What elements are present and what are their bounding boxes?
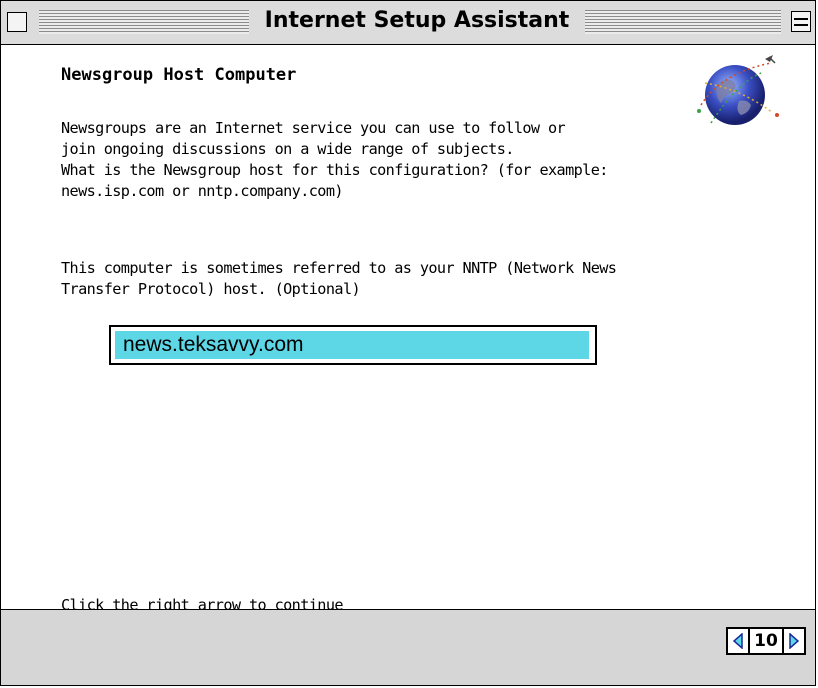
nntp-note: This computer is sometimes referred to a… [61,258,617,300]
question-line: news.isp.com or nntp.company.com) [61,182,344,200]
page-title: Newsgroup Host Computer [61,65,297,85]
forward-button[interactable] [782,627,806,655]
page-navigator: 10 [726,626,806,656]
back-button[interactable] [726,627,750,655]
page-number: 10 [750,627,782,655]
newsgroups-description: Newsgroups are an Internet service you c… [61,118,566,160]
question-line: What is the Newsgroup host for this conf… [61,161,608,179]
title-bar[interactable]: Internet Setup Assistant [1,1,815,45]
title-bar-stripes-left [39,10,249,34]
continue-hint: Click the right arrow to continue [61,596,343,609]
close-box-icon[interactable] [7,12,27,32]
left-arrow-icon [732,633,743,649]
right-arrow-icon [789,633,800,649]
description-line: Newsgroups are an Internet service you c… [61,119,566,137]
newsgroup-host-value[interactable]: news.teksavvy.com [115,331,589,359]
globe-icon [681,53,787,133]
description-line: join ongoing discussions on a wide range… [61,140,514,158]
newsgroup-host-field[interactable]: news.teksavvy.com [109,325,597,365]
host-question: What is the Newsgroup host for this conf… [61,160,608,202]
window-title: Internet Setup Assistant [264,8,570,33]
content-panel: Newsgroup Host Computer Newsgroups are a… [1,45,815,609]
title-bar-stripes-right [585,10,781,34]
note-line: This computer is sometimes referred to a… [61,259,617,277]
zoom-box-icon[interactable] [791,11,811,32]
setup-assistant-window: Internet Setup Assistant Newsgroup Host … [0,0,816,686]
note-line: Transfer Protocol) host. (Optional) [61,280,361,298]
navigation-bar: 10 [1,609,815,685]
